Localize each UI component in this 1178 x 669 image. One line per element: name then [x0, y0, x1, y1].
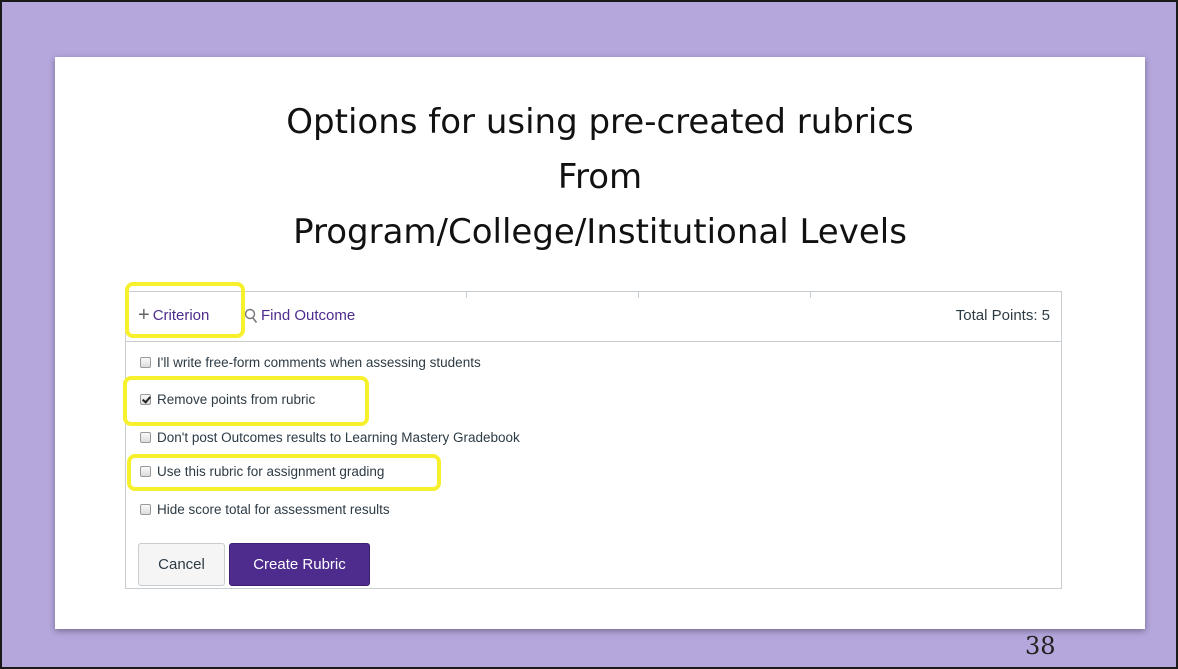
- criterion-highlight: [125, 282, 245, 338]
- search-icon: [244, 308, 258, 323]
- option-label: I'll write free-form comments when asses…: [157, 355, 481, 370]
- remove-points-highlight: [123, 376, 369, 426]
- free-form-comments-option[interactable]: I'll write free-form comments when asses…: [140, 355, 481, 370]
- dont-post-outcomes-option[interactable]: Don't post Outcomes results to Learning …: [140, 430, 520, 445]
- checkbox-hide-score-total[interactable]: [140, 504, 151, 515]
- cancel-button[interactable]: Cancel: [138, 543, 225, 586]
- find-outcome-button[interactable]: Find Outcome: [244, 307, 355, 324]
- title-line-3: Program/College/Institutional Levels: [293, 212, 907, 252]
- slide-title: Options for using pre-created rubrics Fr…: [55, 95, 1145, 260]
- page-number: 38: [1025, 632, 1056, 660]
- hide-score-total-option[interactable]: Hide score total for assessment results: [140, 502, 390, 517]
- title-line-1: Options for using pre-created rubrics: [286, 102, 914, 142]
- rubric-toolbar: + Criterion Find Outcome Total Points: 5: [126, 292, 1061, 342]
- rubric-form-panel: + Criterion Find Outcome Total Points: 5…: [125, 291, 1062, 589]
- checkbox-dont-post-outcomes[interactable]: [140, 432, 151, 443]
- option-label: Don't post Outcomes results to Learning …: [157, 430, 520, 445]
- option-label: Hide score total for assessment results: [157, 502, 390, 517]
- checkbox-free-form-comments[interactable]: [140, 357, 151, 368]
- find-outcome-label: Find Outcome: [261, 307, 356, 324]
- use-for-grading-highlight: [127, 454, 441, 491]
- slide: Options for using pre-created rubrics Fr…: [55, 57, 1145, 660]
- create-rubric-button[interactable]: Create Rubric: [229, 543, 370, 586]
- total-points: Total Points: 5: [955, 307, 1050, 324]
- title-line-2: From: [557, 157, 643, 197]
